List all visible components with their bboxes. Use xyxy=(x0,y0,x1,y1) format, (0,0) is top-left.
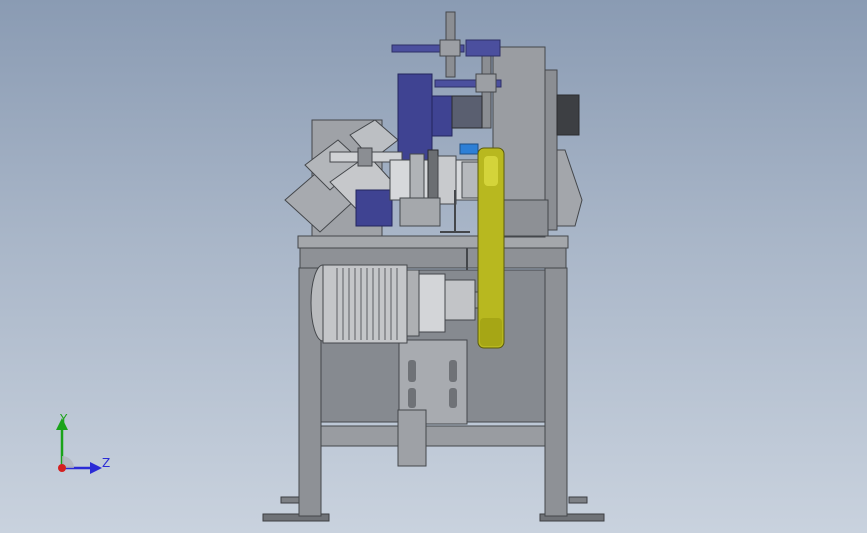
upper-housing xyxy=(492,46,583,238)
frame-top xyxy=(297,235,569,269)
machine-assembly-model[interactable] xyxy=(0,0,867,533)
axis-z-label: Z xyxy=(102,456,111,470)
cad-viewport[interactable]: Y Z xyxy=(0,0,867,533)
coordinate-triad: Y Z xyxy=(50,412,120,478)
axis-y-label: Y xyxy=(60,412,68,426)
center-bracket xyxy=(397,339,468,467)
belt-guard xyxy=(477,147,505,349)
